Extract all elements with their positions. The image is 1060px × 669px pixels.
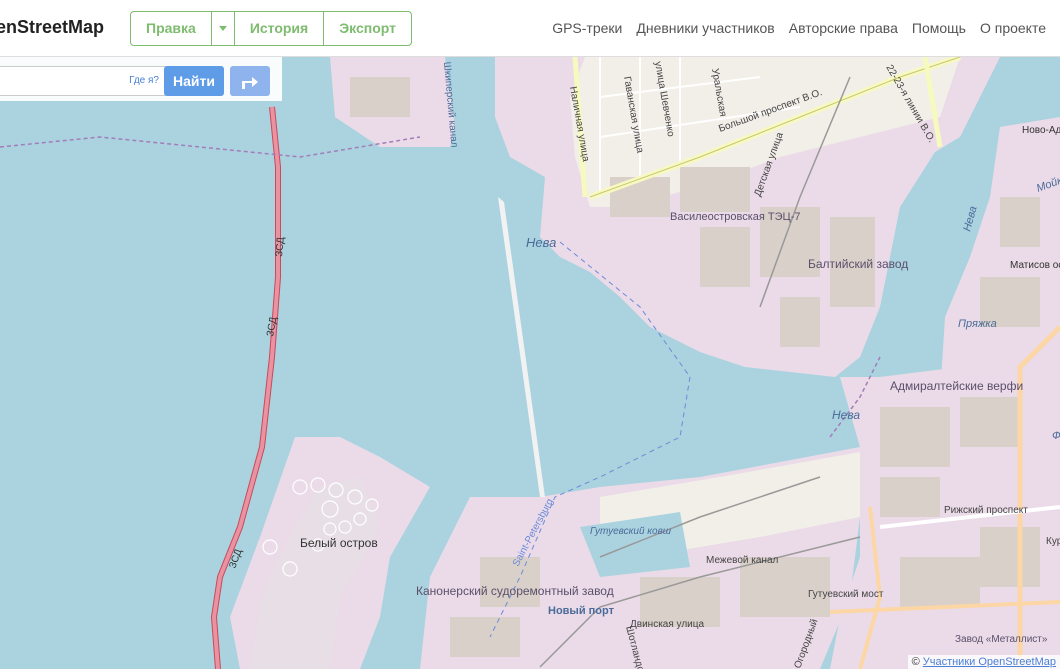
label-zavod-metallist: Завод «Металлист» bbox=[955, 634, 1048, 645]
label-admiralty: Адмиралтейские верфи bbox=[890, 379, 1023, 393]
nav-copyright[interactable]: Авторские права bbox=[789, 20, 898, 36]
label-mezhevoy: Межевой канал bbox=[706, 555, 779, 566]
export-button[interactable]: Экспорт bbox=[324, 12, 411, 45]
attribution-prefix: © bbox=[911, 656, 920, 668]
brand-logo[interactable]: enStreetMap bbox=[0, 17, 104, 38]
map-canvas[interactable]: Нева Нева Нева Пряжка Мойка Ф Василеостр… bbox=[0, 57, 1060, 669]
search-input[interactable]: Где я? bbox=[0, 66, 166, 96]
label-gutuevsky-most: Гутуевский мост bbox=[808, 589, 884, 600]
edit-button-group: Правка История Экспорт bbox=[130, 11, 413, 46]
label-dvinskaya: Двинская улица bbox=[630, 619, 704, 630]
map-svg[interactable]: Нева Нева Нева Пряжка Мойка Ф Василеостр… bbox=[0, 57, 1060, 669]
header: enStreetMap Правка История Экспорт GPS-т… bbox=[0, 0, 1060, 57]
history-button[interactable]: История bbox=[235, 12, 325, 45]
directions-button[interactable] bbox=[230, 66, 270, 96]
label-matisov: Матисов остров bbox=[1010, 260, 1060, 271]
label-pryazhka: Пряжка bbox=[958, 318, 997, 330]
where-am-i-link[interactable]: Где я? bbox=[129, 75, 159, 86]
label-neva-1: Нева bbox=[526, 235, 556, 250]
attribution: © Участники OpenStreetMap bbox=[907, 655, 1060, 669]
nav-diaries[interactable]: Дневники участников bbox=[636, 20, 774, 36]
edit-dropdown-button[interactable] bbox=[212, 12, 235, 45]
label-baltic: Балтийский завод bbox=[808, 257, 908, 271]
label-gutuevsky-kovsh: Гутуевский ковш bbox=[590, 526, 672, 537]
label-kurs: Кур bbox=[1046, 536, 1060, 547]
label-neva-2: Нева bbox=[832, 408, 860, 422]
nav-about[interactable]: О проекте bbox=[980, 20, 1046, 36]
label-rizhsky: Рижский проспект bbox=[944, 505, 1028, 516]
nav-help[interactable]: Помощь bbox=[912, 20, 966, 36]
label-kanoner: Канонерский судоремонтный завод bbox=[416, 584, 614, 598]
label-fontanka: Ф bbox=[1052, 430, 1060, 442]
nav-gps-traces[interactable]: GPS-треки bbox=[552, 20, 622, 36]
chevron-down-icon bbox=[218, 26, 227, 31]
directions-icon bbox=[242, 77, 258, 89]
label-novo-adm: Ново-Адм bbox=[1022, 125, 1060, 136]
label-bely: Белый остров bbox=[300, 536, 378, 550]
attribution-link[interactable]: Участники OpenStreetMap bbox=[923, 656, 1056, 668]
search-go-button[interactable]: Найти bbox=[164, 66, 224, 96]
edit-button[interactable]: Правка bbox=[131, 12, 212, 45]
nav-links: GPS-треки Дневники участников Авторские … bbox=[552, 20, 1046, 36]
label-novy-port: Новый порт bbox=[548, 605, 615, 617]
label-zsd-1: ЗСД bbox=[274, 236, 287, 257]
label-vasil-tec: Василеостровская ТЭЦ-7 bbox=[670, 211, 800, 223]
search-panel: Где я? Найти bbox=[0, 57, 282, 101]
